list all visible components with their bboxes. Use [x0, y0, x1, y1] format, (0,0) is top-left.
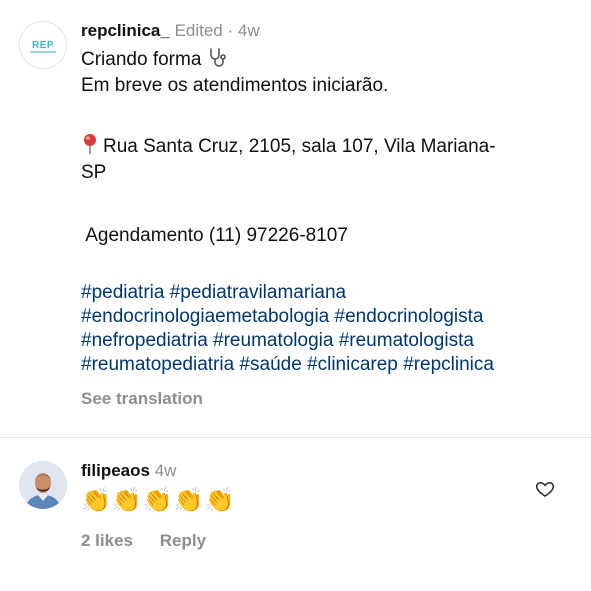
caption-line-1-text: Criando forma	[81, 49, 202, 70]
commenter-avatar[interactable]	[19, 461, 67, 509]
see-translation-link[interactable]: See translation	[81, 389, 203, 409]
caption-line-2: Em breve os atendimentos iniciarão.	[81, 75, 389, 96]
heart-outline-icon[interactable]	[535, 479, 555, 499]
comment-text: 👏👏👏👏👏	[81, 487, 236, 514]
caption-header: repclinica_ Edited · 4w	[81, 18, 576, 44]
comment: filipeaos 4w 👏👏👏👏👏 2 likes Reply	[81, 459, 511, 551]
comment-actions: 2 likes Reply	[81, 531, 511, 551]
divider	[0, 437, 591, 438]
likes-count-link[interactable]: 2 likes	[81, 531, 133, 550]
meta-separator: ·	[227, 21, 234, 40]
address-line-2: SP	[81, 162, 107, 183]
hashtag-line[interactable]: #pediatria #pediatravilamariana	[81, 281, 576, 305]
hashtag-line[interactable]: #reumatopediatria #saúde #clinicarep #re…	[81, 353, 576, 377]
avatar-portrait	[19, 461, 67, 509]
caption-time[interactable]: 4w	[238, 21, 260, 40]
hashtag-block: #pediatria #pediatravilamariana #endocri…	[81, 281, 576, 377]
edited-label: Edited	[174, 21, 223, 40]
address-line: Rua Santa Cruz, 2105, sala 107, Vila Mar…	[81, 133, 576, 160]
hashtag-line[interactable]: #endocrinologiaemetabologia #endocrinolo…	[81, 305, 576, 329]
address-text: Rua Santa Cruz, 2105, sala 107, Vila Mar…	[103, 136, 496, 157]
caption-body: repclinica_ Edited · 4w Criando forma Em…	[81, 18, 576, 409]
hashtag-line[interactable]: #nefropediatria #reumatologia #reumatolo…	[81, 329, 576, 353]
logo-underline	[30, 51, 56, 53]
reply-button[interactable]: Reply	[160, 531, 206, 550]
caption-line-1: Criando forma	[81, 46, 576, 73]
account-avatar[interactable]: REP	[19, 21, 67, 69]
booking-line: Agendamento (11) 97226-8107	[81, 225, 348, 246]
comment-username[interactable]: filipeaos	[81, 461, 150, 480]
comment-time: 4w	[154, 461, 177, 480]
comment-header: filipeaos 4w	[81, 459, 511, 483]
caption-username[interactable]: repclinica_	[81, 21, 170, 40]
location-pin-icon	[84, 134, 96, 154]
clinic-logo: REP	[31, 39, 55, 51]
stethoscope-icon	[210, 48, 227, 67]
